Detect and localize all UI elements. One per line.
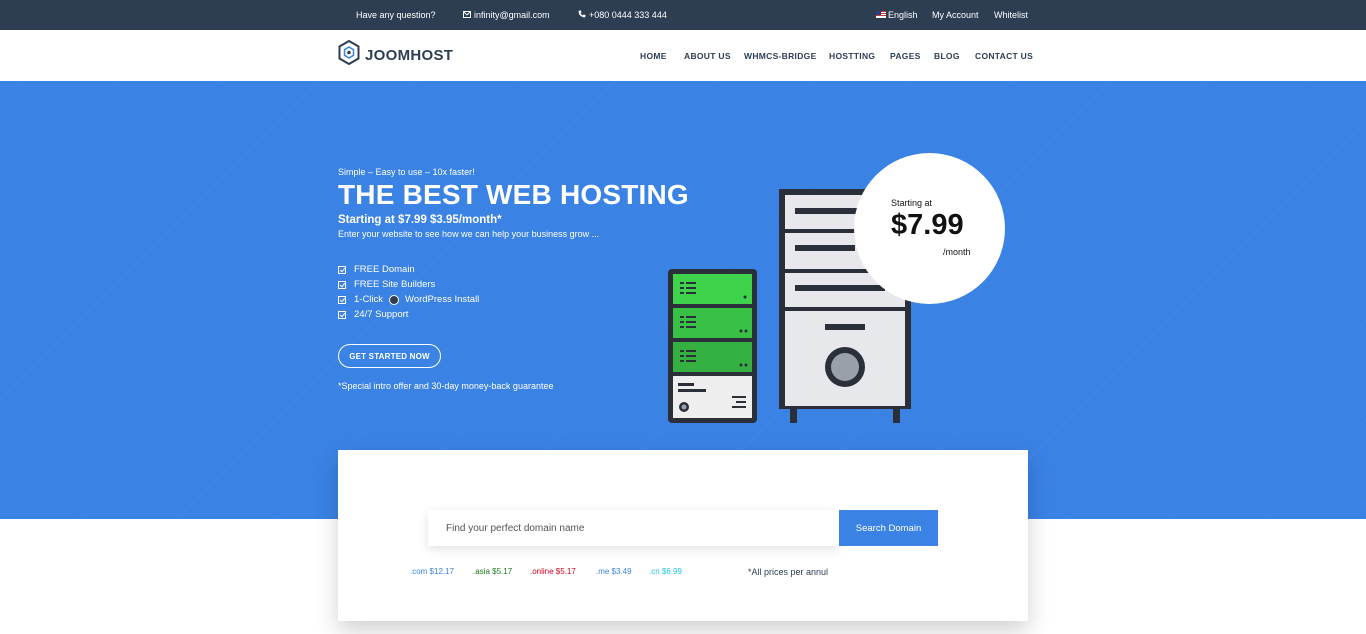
nav-contact-us[interactable]: CONTACT US xyxy=(975,51,1033,61)
feature-label: FREE Domain xyxy=(354,264,415,275)
feature-list: FREE Domain FREE Site Builders 1-Click Wo… xyxy=(338,262,479,322)
tld-price-asia: .asia $5.17 xyxy=(473,567,513,576)
hero-subhead: Starting at $7.99 $3.95/month* xyxy=(338,214,502,226)
price-badge-amount: $7.99 xyxy=(891,209,964,241)
checkbox-icon xyxy=(338,280,346,289)
checkbox-icon xyxy=(338,265,346,274)
site-logo[interactable]: JOOMHOST xyxy=(338,39,454,70)
checkbox-icon xyxy=(338,295,346,304)
question-text: Have any question? xyxy=(356,10,436,20)
nav-pages[interactable]: PAGES xyxy=(890,51,921,61)
feature-item: FREE Site Builders xyxy=(338,277,479,292)
tld-price-cn: .cn $6.99 xyxy=(649,567,682,576)
logo-hexagon-icon xyxy=(338,39,360,70)
feature-label: FREE Site Builders xyxy=(354,279,436,290)
wordpress-icon xyxy=(389,294,400,305)
whitelist-link[interactable]: Whitelist xyxy=(994,10,1028,20)
nav-about-us[interactable]: ABOUT US xyxy=(684,51,731,61)
email-text: infinity@gmail.com xyxy=(474,10,550,20)
search-domain-button[interactable]: Search Domain xyxy=(839,510,938,546)
language-label: English xyxy=(888,10,918,20)
feature-item: 24/7 Support xyxy=(338,307,479,322)
tld-price-com: .com $12.17 xyxy=(410,567,455,576)
feature-item: FREE Domain xyxy=(338,262,479,277)
domain-search-card: Search Domain .com $12.17 .asia $5.17 .o… xyxy=(338,450,1028,621)
phone-text: +080 0444 333 444 xyxy=(589,10,667,20)
feature-label: 24/7 Support xyxy=(354,309,409,320)
feature-label: 1-Click xyxy=(354,294,384,305)
guarantee-note: *Special intro offer and 30-day money-ba… xyxy=(338,381,554,391)
price-badge-period: /month xyxy=(943,247,971,257)
nav-blog[interactable]: BLOG xyxy=(934,51,960,61)
phone-icon xyxy=(578,10,586,20)
nav-home[interactable]: HOME xyxy=(640,51,667,61)
logo-text: JOOMHOST xyxy=(365,46,454,64)
envelope-icon xyxy=(463,10,471,20)
tld-price-online: .online $5.17 xyxy=(530,567,576,576)
hero-tagline: Simple – Easy to use – 10x faster! xyxy=(338,167,475,177)
nav-hostting[interactable]: HOSTTING xyxy=(829,51,875,61)
get-started-button[interactable]: GET STARTED NOW xyxy=(338,344,441,368)
hero-headline: THE BEST WEB HOSTING xyxy=(338,179,689,210)
feature-item: 1-Click WordPress Install xyxy=(338,292,479,307)
main-navigation: JOOMHOST HOME ABOUT US WHMCS-BRIDGE HOST… xyxy=(0,30,1366,81)
nav-whmcs-bridge[interactable]: WHMCS-BRIDGE xyxy=(744,51,817,61)
hero-intro: Enter your website to see how we can hel… xyxy=(338,229,600,239)
prices-note: *All prices per annul xyxy=(748,567,829,577)
email-link[interactable]: infinity@gmail.com xyxy=(463,10,550,20)
feature-label: WordPress Install xyxy=(405,294,480,305)
checkbox-icon xyxy=(338,310,346,319)
domain-search-input[interactable] xyxy=(428,510,839,546)
us-flag-icon xyxy=(876,11,886,18)
my-account-link[interactable]: My Account xyxy=(932,10,979,20)
phone-link[interactable]: +080 0444 333 444 xyxy=(578,10,667,20)
tld-price-me: .me $3.49 xyxy=(596,567,632,576)
price-badge: Starting at $7.99 /month xyxy=(854,153,1005,304)
language-selector[interactable]: English xyxy=(876,10,918,20)
top-bar: Have any question? infinity@gmail.com +0… xyxy=(0,0,1366,30)
price-badge-label: Starting at xyxy=(891,198,933,208)
